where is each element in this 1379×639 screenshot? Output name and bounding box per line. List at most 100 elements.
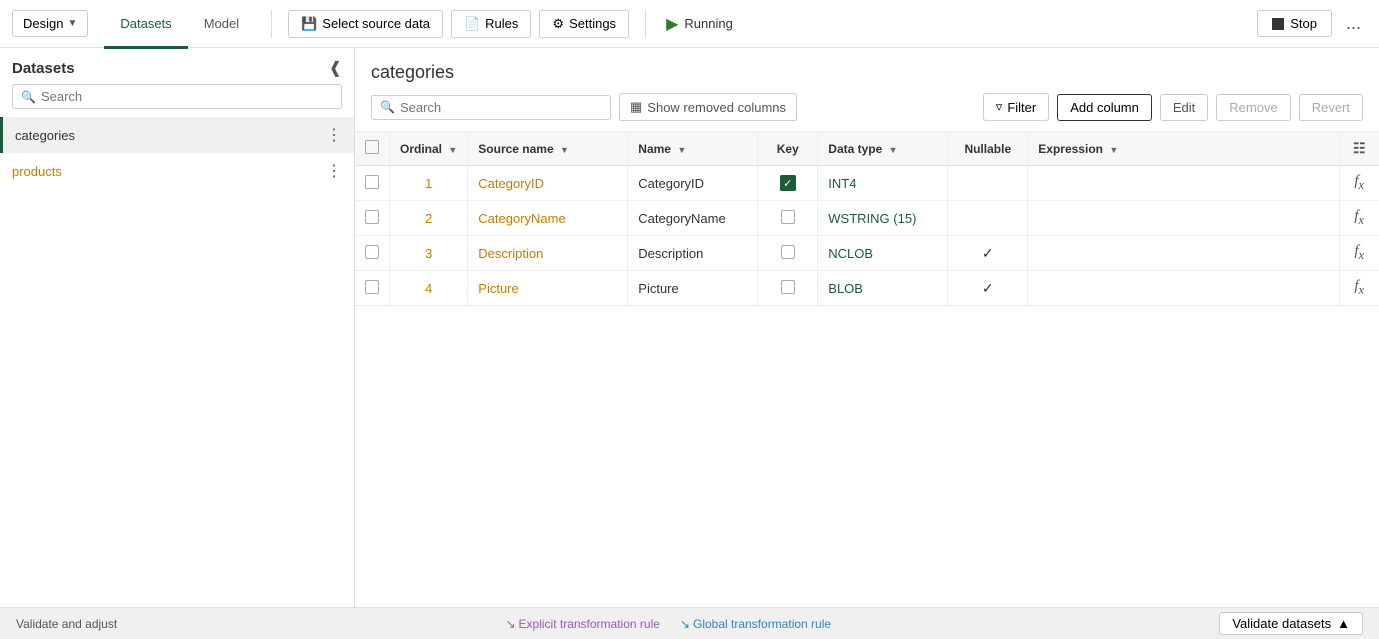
content-search-box[interactable]: 🔍	[371, 95, 611, 120]
collapse-sidebar-button[interactable]: ❰	[329, 58, 342, 78]
row-fx-button[interactable]: fx	[1339, 271, 1379, 306]
validate-adjust-label: Validate and adjust	[16, 617, 117, 631]
datatype-filter-icon[interactable]: ▼	[889, 145, 898, 155]
sidebar-item-label[interactable]: products	[12, 164, 62, 179]
table-icon: ▦	[630, 99, 642, 115]
row-datatype: WSTRING (15)	[818, 201, 948, 236]
row-expression	[1028, 236, 1339, 271]
sidebar-item-menu-button[interactable]: ⋮	[326, 125, 342, 145]
nullable-check: ✓	[982, 245, 994, 261]
expression-filter-icon[interactable]: ▼	[1109, 145, 1118, 155]
filter-icon: ▿	[996, 99, 1003, 115]
separator2	[645, 10, 646, 38]
row-nullable: ✓	[948, 271, 1028, 306]
row-source-name: CategoryID	[468, 166, 628, 201]
design-button[interactable]: Design ▼	[12, 10, 88, 37]
ordinal-filter-icon[interactable]: ▼	[448, 145, 457, 155]
edit-button[interactable]: Edit	[1160, 94, 1208, 121]
col-header-ordinal: Ordinal ▼	[390, 132, 468, 166]
db-icon: 💾	[301, 16, 317, 32]
stop-button[interactable]: Stop	[1257, 10, 1332, 37]
row-nullable	[948, 201, 1028, 236]
settings-button[interactable]: ⚙ Settings	[539, 10, 629, 38]
content-area: categories 🔍 ▦ Show removed columns ▿ Fi…	[355, 48, 1379, 607]
table-row: 4 Picture Picture BLOB ✓ fx	[355, 271, 1379, 306]
row-source-name: Description	[468, 236, 628, 271]
tab-model[interactable]: Model	[188, 1, 255, 49]
name-filter-icon[interactable]: ▼	[677, 145, 686, 155]
row-nullable: ✓	[948, 236, 1028, 271]
sidebar-search-input[interactable]	[41, 89, 333, 104]
row-checkbox[interactable]	[365, 280, 379, 294]
sidebar-title: Datasets	[12, 60, 75, 77]
col-header-expression: Expression ▼	[1028, 132, 1339, 166]
content-search-input[interactable]	[400, 100, 602, 115]
row-fx-button[interactable]: fx	[1339, 236, 1379, 271]
key-unchecked[interactable]	[781, 210, 795, 224]
row-name: CategoryID	[628, 166, 758, 201]
bottom-links: ↘ Explicit transformation rule ↘ Global …	[505, 617, 831, 631]
row-fx-button[interactable]: fx	[1339, 166, 1379, 201]
row-fx-button[interactable]: fx	[1339, 201, 1379, 236]
key-unchecked[interactable]	[781, 245, 795, 259]
chevron-down-icon: ▼	[67, 18, 77, 29]
running-status: ▶ Running	[666, 14, 733, 34]
validate-datasets-button[interactable]: Validate datasets ▲	[1219, 612, 1363, 635]
content-title: categories	[371, 62, 1363, 83]
stop-icon	[1272, 18, 1284, 30]
table-header-row: Ordinal ▼ Source name ▼ Name ▼ Key	[355, 132, 1379, 166]
more-button[interactable]: ...	[1340, 9, 1367, 38]
row-datatype: NCLOB	[818, 236, 948, 271]
row-checkbox[interactable]	[365, 245, 379, 259]
row-key: ✓	[758, 166, 818, 201]
table-row: 3 Description Description NCLOB ✓ fx	[355, 236, 1379, 271]
main-layout: Datasets ❰ 🔍 categories ⋮ products ⋮ cat…	[0, 48, 1379, 607]
row-key	[758, 236, 818, 271]
tab-datasets[interactable]: Datasets	[104, 1, 187, 49]
bottom-bar: Validate and adjust ↘ Explicit transform…	[0, 607, 1379, 639]
row-checkbox[interactable]	[365, 175, 379, 189]
design-label: Design	[23, 16, 63, 31]
expand-icon: ▲	[1337, 616, 1350, 631]
row-ordinal: 3	[390, 236, 468, 271]
top-bar: Design ▼ Datasets Model 💾 Select source …	[0, 0, 1379, 48]
sidebar-item-label: categories	[15, 128, 75, 143]
sidebar-list: categories ⋮ products ⋮	[0, 117, 354, 607]
table-row: 1 CategoryID CategoryID ✓ INT4 fx	[355, 166, 1379, 201]
sidebar-item-categories[interactable]: categories ⋮	[0, 117, 354, 153]
global-transform-link[interactable]: ↘ Global transformation rule	[680, 617, 831, 631]
row-ordinal: 2	[390, 201, 468, 236]
col-header-datatype: Data type ▼	[818, 132, 948, 166]
col-header-key: Key	[758, 132, 818, 166]
content-toolbar: 🔍 ▦ Show removed columns ▿ Filter Add co…	[355, 93, 1379, 132]
row-datatype: BLOB	[818, 271, 948, 306]
col-header-name: Name ▼	[628, 132, 758, 166]
remove-button[interactable]: Remove	[1216, 94, 1290, 121]
explicit-arrow-icon: ↘	[505, 617, 515, 631]
row-expression	[1028, 166, 1339, 201]
grid-config-icon[interactable]: ☷	[1353, 140, 1366, 156]
revert-button[interactable]: Revert	[1299, 94, 1363, 121]
row-checkbox-cell	[355, 236, 390, 271]
rules-button[interactable]: 📄 Rules	[451, 10, 531, 38]
data-table: Ordinal ▼ Source name ▼ Name ▼ Key	[355, 132, 1379, 306]
row-checkbox[interactable]	[365, 210, 379, 224]
show-removed-button[interactable]: ▦ Show removed columns	[619, 93, 797, 121]
sidebar-header: Datasets ❰	[0, 48, 354, 84]
search-icon: 🔍	[380, 100, 395, 114]
sidebar-item-menu-button[interactable]: ⋮	[326, 161, 342, 181]
rules-icon: 📄	[464, 16, 480, 32]
explicit-transform-link[interactable]: ↘ Explicit transformation rule	[505, 617, 659, 631]
table-row: 2 CategoryName CategoryName WSTRING (15)…	[355, 201, 1379, 236]
sidebar-item-products[interactable]: products ⋮	[0, 153, 354, 189]
filter-button[interactable]: ▿ Filter	[983, 93, 1049, 121]
add-column-button[interactable]: Add column	[1057, 94, 1152, 121]
row-key	[758, 271, 818, 306]
header-checkbox[interactable]	[365, 140, 379, 154]
sidebar-search-box[interactable]: 🔍	[12, 84, 342, 109]
key-unchecked[interactable]	[781, 280, 795, 294]
select-source-button[interactable]: 💾 Select source data	[288, 10, 443, 38]
source-filter-icon[interactable]: ▼	[560, 145, 569, 155]
gear-icon: ⚙	[552, 16, 564, 32]
search-icon: 🔍	[21, 90, 36, 104]
